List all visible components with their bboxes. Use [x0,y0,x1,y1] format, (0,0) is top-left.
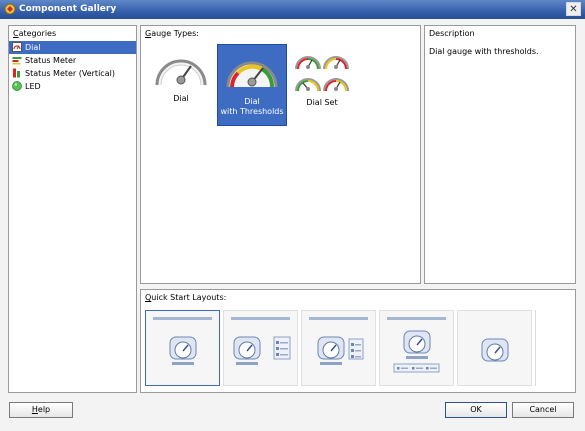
cancel-button[interactable]: Cancel [512,402,574,418]
ok-button[interactable]: OK [445,402,507,418]
layout-strip-divider [535,310,536,386]
dial-set-icon [295,56,349,92]
led-icon [12,81,22,91]
title-bar: Component Gallery ✕ [0,0,585,19]
gauge-type-label: Dial Set [306,98,338,107]
category-label: Dial [25,43,41,52]
category-label: Status Meter (Vertical) [25,69,115,78]
description-label: Description [429,29,475,38]
dial-with-thresholds-icon [226,61,278,88]
layout-header-gauge-icon [153,317,212,365]
quick-start-layouts-panel: Quick Start Layouts: [140,289,576,393]
layout-gauge-legend-icon [231,317,291,365]
categories-label: Categories [13,29,57,38]
layout-option-gauge-legend[interactable] [223,310,298,386]
layout-gauge-only-icon [481,338,509,362]
close-button[interactable]: ✕ [566,2,581,16]
gauge-type-dial-set[interactable]: Dial Set [291,47,353,109]
layout-option-header-gauge[interactable] [145,310,220,386]
status-meter-vertical-icon [13,68,20,78]
window-title: Component Gallery [19,4,117,14]
quick-start-layouts-label: Quick Start Layouts: [145,293,227,302]
gauge-type-label: Dial [244,97,260,106]
dial-gauge-icon [155,59,207,86]
gauge-type-label-line2: with Thresholds [220,107,284,116]
gauge-type-dial-with-thresholds[interactable]: Dial with Thresholds [217,44,287,126]
gauge-types-panel: Gauge Types: Dial Dial with Thresholds D… [140,25,421,284]
categories-list: Dial Status Meter Status Meter (Vertical… [9,41,136,93]
category-label: LED [25,82,41,91]
layout-gauge-legend-2-icon [309,317,368,365]
gauge-type-dial[interactable]: Dial [150,47,212,107]
close-icon: ✕ [569,4,578,15]
category-item-led[interactable]: LED [9,80,136,93]
gauge-type-label: Dial [173,94,189,103]
dial-icon [12,42,22,52]
layout-option-gauge-only[interactable] [457,310,532,386]
description-panel: Description Dial gauge with thresholds. [424,25,576,284]
categories-panel: Categories Dial Status Meter Status Mete [8,25,137,393]
category-item-status-meter[interactable]: Status Meter [9,54,136,67]
help-button[interactable]: Help [9,402,73,418]
gauge-types-label: Gauge Types: [145,29,199,38]
quick-start-layouts-strip [141,302,575,392]
category-item-dial[interactable]: Dial [9,41,136,54]
layout-gauge-bottom-legend-icon [387,317,446,373]
status-meter-icon [12,57,22,65]
layout-option-gauge-bottom-legend[interactable] [379,310,454,386]
category-item-status-meter-vertical[interactable]: Status Meter (Vertical) [9,67,136,80]
app-icon [4,3,16,15]
description-text: Dial gauge with thresholds. [429,47,539,56]
category-label: Status Meter [25,56,77,65]
layout-option-gauge-legend-2[interactable] [301,310,376,386]
